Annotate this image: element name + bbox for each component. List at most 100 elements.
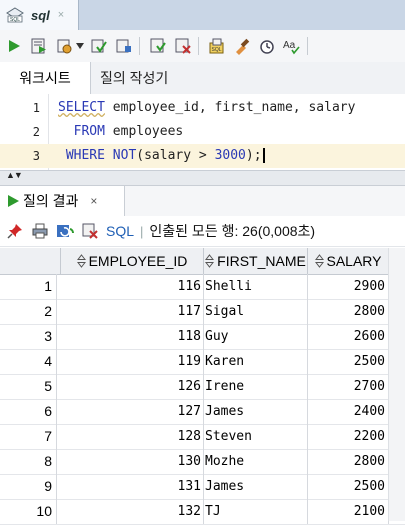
cell-employee-id[interactable]: 118 [61,324,204,349]
row-number: 3 [0,324,57,349]
table-row[interactable]: 5 126 Irene 2700 [0,374,405,400]
text-caret [262,148,265,163]
cancel-query-icon[interactable] [80,221,100,241]
code-line: FROM employees [58,120,184,144]
keyword: NOT [112,148,137,163]
run-result-icon [8,195,19,207]
cell-employee-id[interactable]: 117 [61,299,204,324]
sql-tuning-icon[interactable] [172,35,194,57]
cell-first-name[interactable]: James [204,474,308,499]
find-icon[interactable] [256,35,278,57]
table-row[interactable]: 8 130 Mozhe 2800 [0,449,405,475]
vertical-scrollbar[interactable] [388,248,405,521]
row-number: 6 [0,399,57,424]
collapse-arrows-icon[interactable]: ▲▼ [6,170,23,180]
row-number: 1 [0,274,57,299]
run-script-icon[interactable] [28,35,50,57]
cell-salary[interactable]: 2600 [308,324,389,349]
cell-employee-id[interactable]: 127 [61,399,204,424]
table-row[interactable]: 7 128 Steven 2200 [0,424,405,450]
run-statement-icon[interactable] [3,35,25,57]
row-number: 10 [0,499,57,524]
dropdown-icon[interactable] [75,35,85,57]
document-tab-label: sql [31,7,50,23]
column-header-employee-id[interactable]: EMPLOYEE_ID [61,248,204,274]
tab-query-result[interactable]: 질의 결과 × [0,186,125,216]
document-tab-sql[interactable]: SQL sql × [0,0,79,30]
split-pane-handle[interactable]: ▲▼ [0,170,405,186]
table-row[interactable]: 1 116 Shelli 2900 [0,274,405,300]
cell-salary[interactable]: 2800 [308,299,389,324]
code-text: employee_id, first_name, salary [104,100,356,115]
sql-history-icon[interactable]: SQL [206,35,228,57]
column-header-first-name[interactable]: FIRST_NAME [204,248,308,274]
commit-icon[interactable] [88,35,110,57]
sql-worksheet-icon: SQL [6,7,24,23]
result-tab-label: 질의 결과 [23,193,79,209]
sort-icon [76,254,86,268]
sort-icon [205,254,215,268]
cell-first-name[interactable]: Steven [204,424,308,449]
cell-first-name[interactable]: Karen [204,349,308,374]
sql-editor[interactable]: 1 SELECT employee_id, first_name, salary… [0,94,405,171]
cell-salary[interactable]: 2800 [308,449,389,474]
cell-first-name[interactable]: James [204,399,308,424]
code-text: ); [245,148,262,163]
cell-salary[interactable]: 2700 [308,374,389,399]
cell-employee-id[interactable]: 126 [61,374,204,399]
cell-employee-id[interactable]: 131 [61,474,204,499]
row-number: 2 [0,299,57,324]
cell-salary[interactable]: 2400 [308,399,389,424]
refresh-icon[interactable] [55,221,75,241]
autotrace-icon[interactable] [53,35,75,57]
cell-salary[interactable]: 2200 [308,424,389,449]
table-row[interactable]: 4 119 Karen 2500 [0,349,405,375]
result-tab-bar: 질의 결과 × [0,186,405,217]
row-number-header [0,248,61,274]
editor-line: 2 FROM employees [0,120,405,144]
column-label: SALARY [326,253,382,269]
cell-salary[interactable]: 2900 [308,274,389,299]
table-row[interactable]: 6 127 James 2400 [0,399,405,425]
sql-link[interactable]: SQL [106,223,134,239]
cell-salary[interactable]: 2500 [308,349,389,374]
cell-first-name[interactable]: Sigal [204,299,308,324]
column-label: FIRST_NAME [217,253,306,269]
explain-plan-icon[interactable] [147,35,169,57]
table-row[interactable]: 9 131 James 2500 [0,474,405,500]
format-icon[interactable]: Aa [281,35,303,57]
table-row[interactable]: 3 118 Guy 2600 [0,324,405,350]
rollback-icon[interactable] [113,35,135,57]
clear-icon[interactable] [231,35,253,57]
column-header-salary[interactable]: SALARY [308,248,389,274]
cell-first-name[interactable]: Irene [204,374,308,399]
cell-employee-id[interactable]: 132 [61,499,204,524]
table-row[interactable]: 2 117 Sigal 2800 [0,299,405,325]
sort-icon [314,254,324,268]
table-row[interactable]: 10 132 TJ 2100 [0,499,405,525]
cell-employee-id[interactable]: 116 [61,274,204,299]
tab-query-builder[interactable]: 질의 작성기 [100,62,168,94]
fetched-rows-status: 인출된 모든 행: 26(0,008초) [149,223,316,239]
row-number: 8 [0,449,57,474]
close-icon[interactable]: × [90,194,97,208]
cell-first-name[interactable]: Shelli [204,274,308,299]
toolbar-separator [307,37,308,55]
close-icon[interactable]: × [58,9,64,21]
cell-first-name[interactable]: TJ [204,499,308,524]
tab-worksheet[interactable]: 워크시트 [0,62,91,94]
print-icon[interactable] [30,221,50,241]
pin-icon[interactable] [5,221,25,241]
cell-employee-id[interactable]: 130 [61,449,204,474]
cell-employee-id[interactable]: 119 [61,349,204,374]
keyword: SELECT [58,100,105,115]
cell-employee-id[interactable]: 128 [61,424,204,449]
cell-first-name[interactable]: Mozhe [204,449,308,474]
cell-first-name[interactable]: Guy [204,324,308,349]
cell-salary[interactable]: 2500 [308,474,389,499]
worksheet-toolbar: SQL Aa [0,30,405,63]
cell-salary[interactable]: 2100 [308,499,389,524]
